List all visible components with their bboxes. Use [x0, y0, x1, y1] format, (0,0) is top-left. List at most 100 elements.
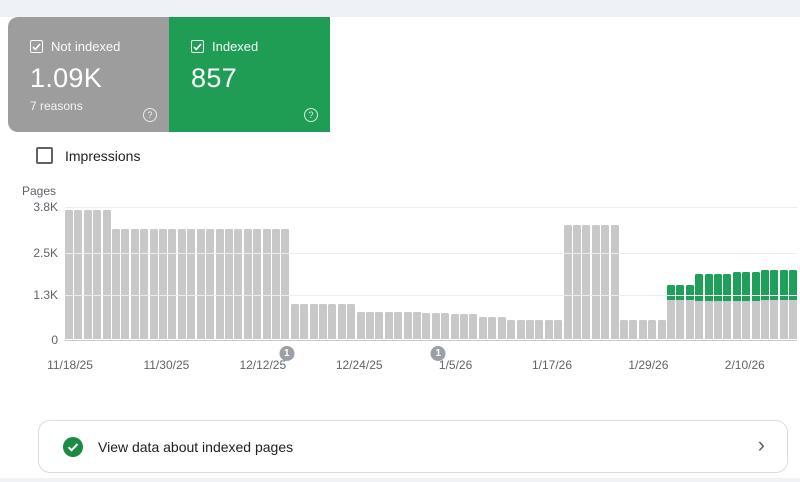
not-indexed-card[interactable]: Not indexed 1.09K 7 reasons ? [8, 17, 169, 132]
chart-bar[interactable] [535, 320, 543, 339]
chart-bar[interactable] [582, 225, 590, 339]
chart-bar[interactable] [65, 210, 73, 340]
gridline [65, 340, 797, 341]
chart-bar[interactable] [187, 229, 195, 339]
chart-bar[interactable] [611, 225, 619, 339]
chart-bar[interactable] [234, 229, 242, 339]
chart-bar[interactable] [705, 274, 713, 339]
chart-bar[interactable] [150, 229, 158, 339]
chart-bar[interactable] [460, 314, 468, 339]
not-indexed-segment [676, 300, 684, 339]
chart-bar[interactable] [347, 304, 355, 339]
chart-bar[interactable] [366, 312, 374, 339]
chart-bar[interactable] [375, 312, 383, 339]
chart-bar[interactable] [639, 320, 647, 339]
not-indexed-segment [611, 225, 619, 339]
not-indexed-segment [780, 300, 788, 339]
not-indexed-segment [526, 320, 534, 339]
not-indexed-segment [319, 304, 327, 339]
chart-bar[interactable] [667, 285, 675, 339]
chart-bar[interactable] [676, 285, 684, 339]
chart-bar[interactable] [244, 229, 252, 339]
help-icon[interactable]: ? [304, 108, 318, 122]
indexed-segment [770, 270, 778, 300]
impressions-toggle[interactable]: Impressions [36, 147, 140, 164]
chart-bar[interactable] [761, 270, 769, 339]
chart-bar[interactable] [253, 229, 261, 339]
view-indexed-pages-link[interactable]: View data about indexed pages › [38, 420, 788, 473]
chart-bar[interactable] [178, 229, 186, 339]
chart-bar[interactable] [225, 229, 233, 339]
chart-bar[interactable] [629, 320, 637, 339]
not-indexed-segment [168, 229, 176, 339]
chart-bar[interactable] [545, 320, 553, 339]
chart-bar[interactable] [121, 229, 129, 339]
chart-bar[interactable] [789, 270, 797, 339]
chart-bar[interactable] [441, 313, 449, 339]
chart-bar[interactable] [695, 274, 703, 339]
chart-bar[interactable] [197, 229, 205, 339]
chart-bar[interactable] [770, 270, 778, 339]
page-indexing-report: Not indexed 1.09K 7 reasons ? Indexed 85… [0, 0, 800, 482]
chart-bar[interactable] [526, 320, 534, 339]
indexed-checkbox[interactable] [191, 40, 204, 53]
indexed-value: 857 [191, 63, 316, 94]
chart-bar[interactable] [112, 229, 120, 339]
chart-bar[interactable] [291, 304, 299, 339]
chart-bar[interactable] [742, 272, 750, 339]
chart-bar[interactable] [159, 229, 167, 339]
chart-bar[interactable] [74, 210, 82, 340]
chart-bar[interactable] [404, 312, 412, 339]
chart-bar[interactable] [554, 320, 562, 339]
chart-bar[interactable] [310, 304, 318, 339]
chart-bar[interactable] [451, 314, 459, 339]
chart-bar[interactable] [93, 210, 101, 340]
chart-bar[interactable] [517, 320, 525, 339]
chart-bar[interactable] [168, 229, 176, 339]
chart-bar[interactable] [564, 225, 572, 339]
chart-bar[interactable] [573, 225, 581, 339]
chart-bar[interactable] [300, 304, 308, 339]
chart-bar[interactable] [131, 229, 139, 339]
chart-bar[interactable] [780, 270, 788, 339]
not-indexed-segment [545, 320, 553, 339]
chart-bar[interactable] [422, 313, 430, 339]
chart-bar[interactable] [648, 320, 656, 339]
not-indexed-segment [197, 229, 205, 339]
chart-bar[interactable] [498, 317, 506, 339]
chart-bar[interactable] [272, 229, 280, 339]
impressions-checkbox[interactable] [36, 147, 53, 164]
help-icon[interactable]: ? [143, 108, 157, 122]
chart-bar[interactable] [140, 229, 148, 339]
chart-bar[interactable] [385, 312, 393, 339]
chart-bar[interactable] [723, 274, 731, 339]
chart-bar[interactable] [263, 229, 271, 339]
chart-bar[interactable] [328, 304, 336, 339]
chart-bar[interactable] [338, 304, 346, 339]
chart-bar[interactable] [432, 313, 440, 339]
chart-bar[interactable] [733, 272, 741, 339]
chart-bar[interactable] [281, 229, 289, 339]
chart-bar[interactable] [319, 304, 327, 339]
not-indexed-checkbox[interactable] [30, 40, 43, 53]
chart-bar[interactable] [601, 225, 609, 339]
chart-bar[interactable] [357, 312, 365, 339]
chart-bar[interactable] [413, 312, 421, 339]
indexed-card[interactable]: Indexed 857 ? [169, 17, 330, 132]
chart-bar[interactable] [479, 317, 487, 339]
chart-bar[interactable] [103, 210, 111, 340]
chart-bar[interactable] [216, 229, 224, 339]
chart-bar[interactable] [488, 317, 496, 339]
chart-bar[interactable] [658, 320, 666, 339]
chart-bar[interactable] [469, 314, 477, 339]
not-indexed-segment [121, 229, 129, 339]
chart-bar[interactable] [752, 272, 760, 339]
chart-bar[interactable] [206, 229, 214, 339]
chart-bar[interactable] [620, 320, 628, 339]
chart-bar[interactable] [686, 285, 694, 339]
chart-bar[interactable] [84, 210, 92, 340]
chart-bar[interactable] [592, 225, 600, 339]
chart-bar[interactable] [394, 312, 402, 339]
chart-bar[interactable] [714, 274, 722, 339]
chart-bar[interactable] [507, 320, 515, 339]
